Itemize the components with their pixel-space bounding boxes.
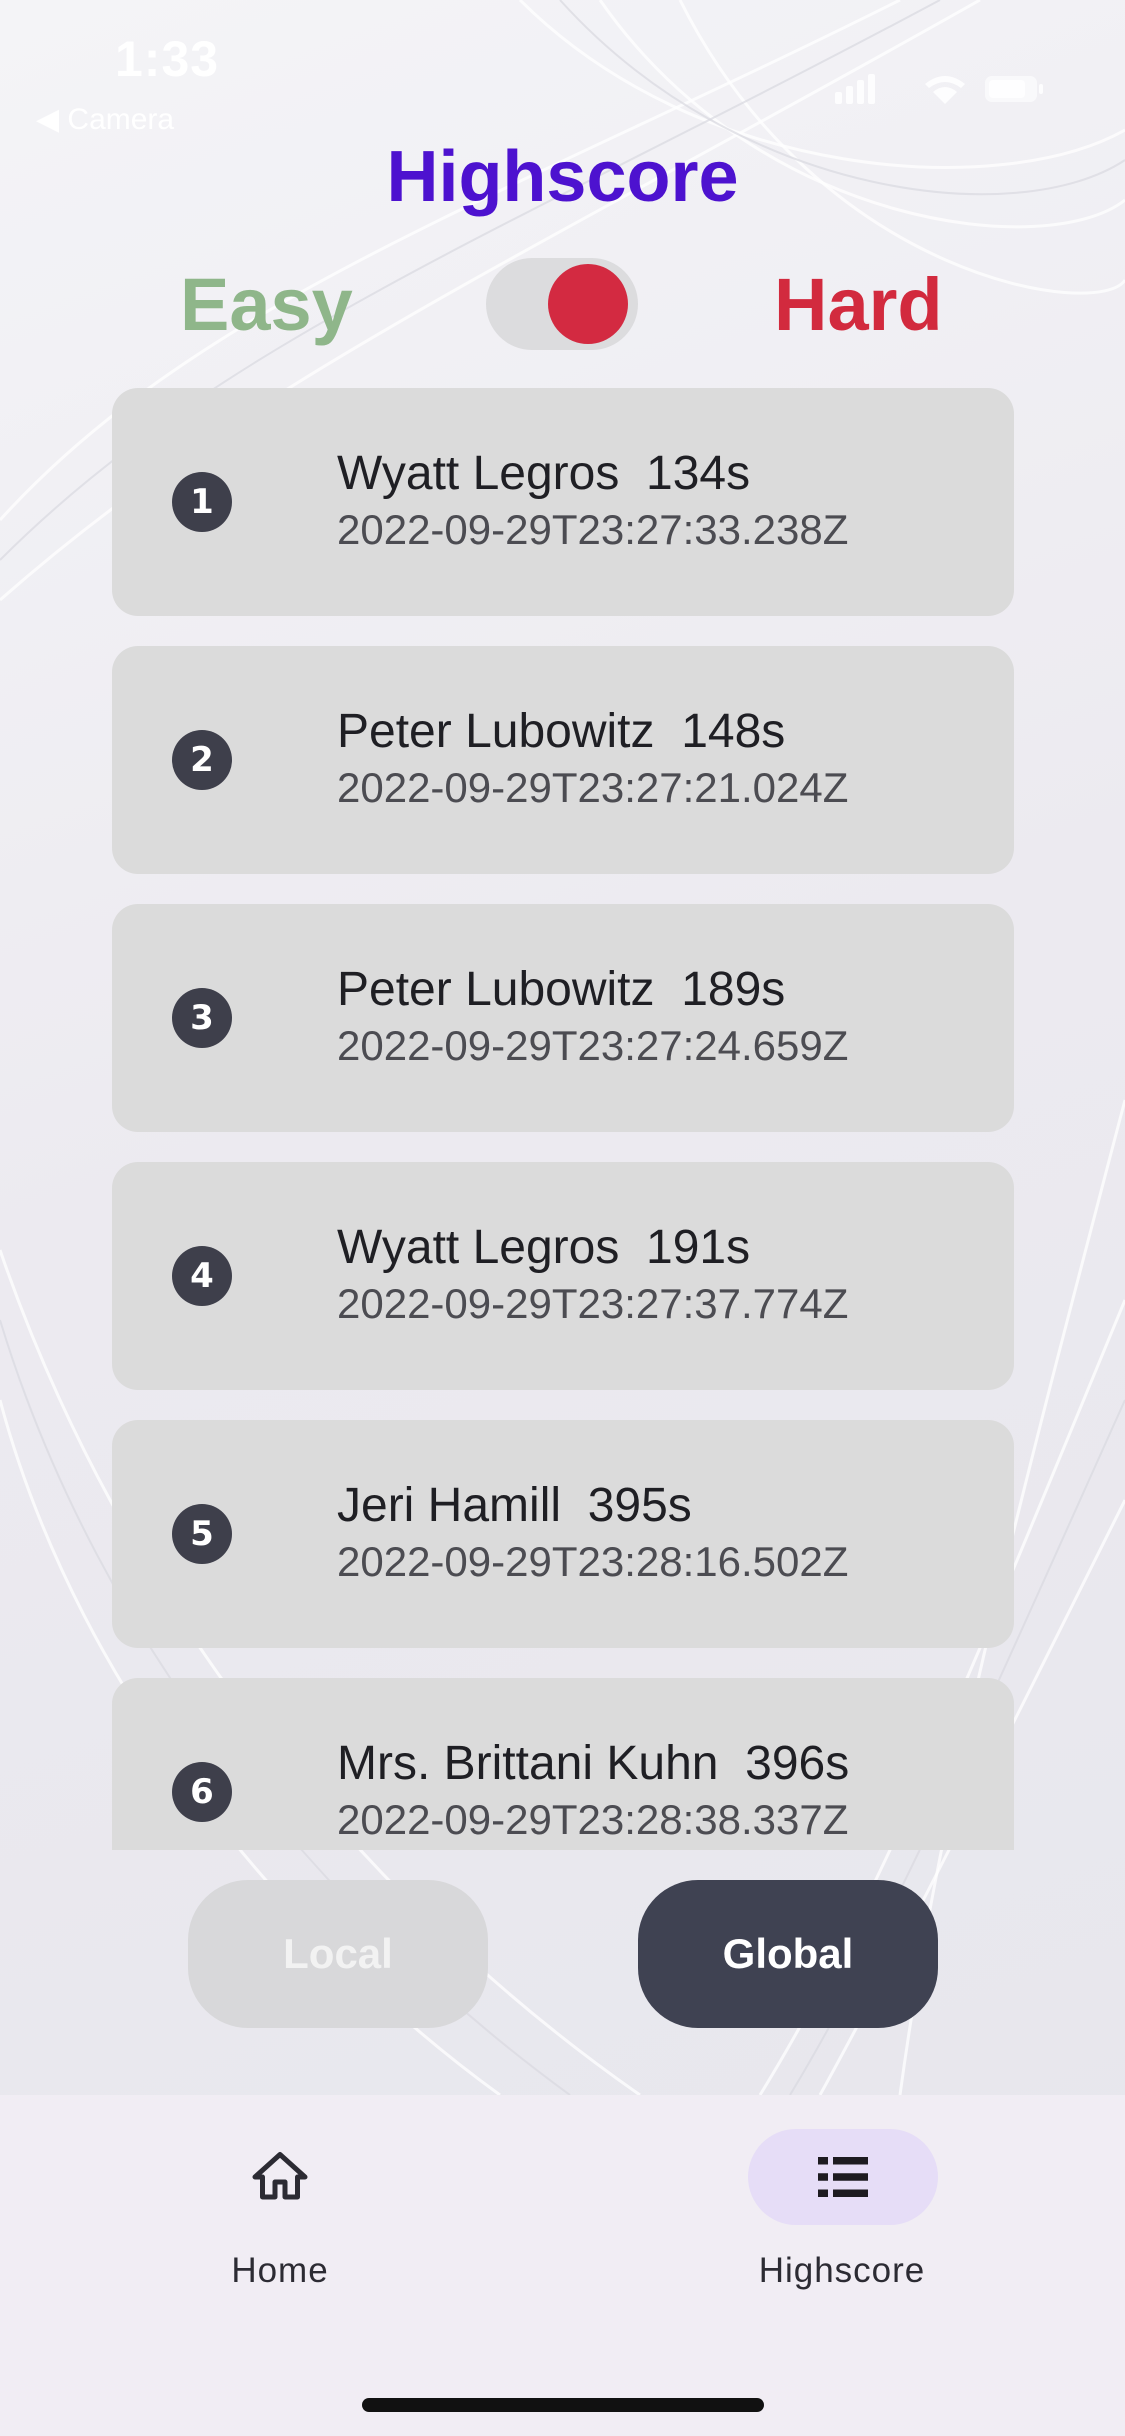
signal-icon xyxy=(835,92,842,104)
status-icons xyxy=(835,74,1043,104)
player-time: 148s xyxy=(681,705,786,758)
rank-badge: 6 xyxy=(172,1762,232,1822)
rank-badge: 1 xyxy=(172,472,232,532)
player-name: Wyatt Legros xyxy=(337,447,620,500)
score-name-time: Jeri Hamill 395s xyxy=(337,1478,692,1533)
player-time: 395s xyxy=(587,1479,692,1532)
rank-badge: 5 xyxy=(172,1504,232,1564)
score-row: 1 Wyatt Legros 134s 2022-09-29T23:27:33.… xyxy=(112,388,1014,616)
rank-badge: 2 xyxy=(172,730,232,790)
home-indicator xyxy=(362,2398,764,2412)
nav-label-highscore: Highscore xyxy=(758,2251,926,2290)
score-date: 2022-09-29T23:28:16.502Z xyxy=(337,1538,849,1585)
player-name: Jeri Hamill xyxy=(337,1479,562,1532)
player-name: Peter Lubowitz xyxy=(337,963,655,1016)
player-name: Peter Lubowitz xyxy=(337,705,655,758)
highscore-screen: 1:33 ◀ Camera Highscore Easy Hard 1 Wyat… xyxy=(0,0,1125,2436)
score-list[interactable]: 1 Wyatt Legros 134s 2022-09-29T23:27:33.… xyxy=(112,388,1014,1850)
score-name-time: Peter Lubowitz 148s xyxy=(337,704,785,759)
score-date: 2022-09-29T23:27:24.659Z xyxy=(337,1022,849,1069)
bottom-nav-bar: Home Highscore xyxy=(0,2095,1125,2436)
toggle-knob xyxy=(548,264,628,344)
nav-item-highscore[interactable]: Highscore xyxy=(712,2129,972,2309)
score-date: 2022-09-29T23:27:33.238Z xyxy=(337,506,849,553)
score-name-time: Wyatt Legros 191s xyxy=(337,1220,750,1275)
list-icon xyxy=(818,2157,868,2197)
status-time: 1:33 xyxy=(115,31,220,87)
score-name-time: Peter Lubowitz 189s xyxy=(337,962,785,1017)
local-button[interactable]: Local xyxy=(188,1880,488,2028)
score-row: 6 Mrs. Brittani Kuhn 396s 2022-09-29T23:… xyxy=(112,1678,1014,1850)
player-time: 191s xyxy=(646,1221,751,1274)
page-title: Highscore xyxy=(386,137,739,217)
score-row: 5 Jeri Hamill 395s 2022-09-29T23:28:16.5… xyxy=(112,1420,1014,1648)
home-icon-wrap xyxy=(215,2129,345,2225)
rank-badge: 3 xyxy=(172,988,232,1048)
score-row: 2 Peter Lubowitz 148s 2022-09-29T23:27:2… xyxy=(112,646,1014,874)
rank-badge: 4 xyxy=(172,1246,232,1306)
score-name-time: Mrs. Brittani Kuhn 396s xyxy=(337,1736,849,1791)
player-name: Wyatt Legros xyxy=(337,1221,620,1274)
player-time: 189s xyxy=(681,963,786,1016)
player-time: 396s xyxy=(745,1737,850,1790)
score-date: 2022-09-29T23:27:21.024Z xyxy=(337,764,849,811)
score-date: 2022-09-29T23:27:37.774Z xyxy=(337,1280,849,1327)
wifi-icon xyxy=(925,76,965,88)
score-date: 2022-09-29T23:28:38.337Z xyxy=(337,1796,849,1843)
home-icon xyxy=(252,2152,308,2200)
score-name-time: Wyatt Legros 134s xyxy=(337,446,750,501)
player-time: 134s xyxy=(646,447,751,500)
player-name: Mrs. Brittani Kuhn xyxy=(337,1737,719,1790)
score-row: 3 Peter Lubowitz 189s 2022-09-29T23:27:2… xyxy=(112,904,1014,1132)
back-to-camera-link[interactable]: ◀ Camera xyxy=(36,102,174,137)
nav-label-home: Home xyxy=(231,2251,329,2290)
list-icon-wrap xyxy=(748,2129,938,2225)
difficulty-toggle[interactable] xyxy=(486,258,638,350)
difficulty-hard-label: Hard xyxy=(774,263,943,346)
difficulty-easy-label: Easy xyxy=(180,263,353,346)
global-button[interactable]: Global xyxy=(638,1880,938,2028)
nav-item-home[interactable]: Home xyxy=(150,2129,410,2309)
score-row: 4 Wyatt Legros 191s 2022-09-29T23:27:37.… xyxy=(112,1162,1014,1390)
